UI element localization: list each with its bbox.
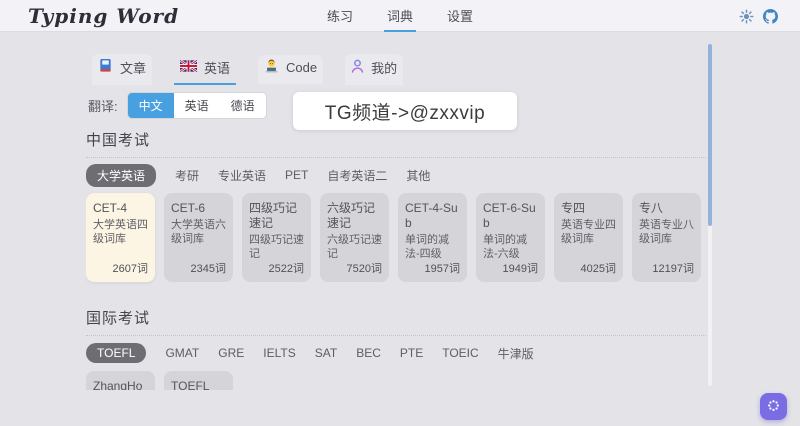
china-exam-cards: CET-4 大学英语四级词库 2607词 CET-6 大学英语六级词库 2345… — [86, 193, 706, 282]
dict-card-tem4[interactable]: 专四 英语专业四级词库 4025词 — [554, 193, 623, 282]
tab-label: Code — [286, 59, 318, 75]
dict-card-cet6-quick[interactable]: 六级巧记速记 六级巧记速记 7520词 — [320, 193, 389, 282]
card-desc: 英语专业四级词库 — [561, 219, 616, 246]
card-desc: 六级巧记速记 — [327, 234, 382, 261]
scrollbar-thumb[interactable] — [708, 44, 712, 226]
theme-toggle-icon[interactable] — [739, 9, 754, 24]
card-name: 专四 — [561, 201, 586, 215]
card-word-count: 7520词 — [346, 263, 382, 275]
uk-flag-icon — [179, 58, 198, 75]
chip-college-english[interactable]: 大学英语 — [86, 163, 157, 187]
floating-action-button[interactable] — [760, 393, 787, 420]
card-name: CET-6 — [171, 201, 206, 215]
card-desc: 大学英语六级词库 — [171, 219, 226, 246]
chip-kaoyan[interactable]: 考研 — [175, 167, 199, 184]
person-icon — [351, 59, 364, 76]
card-word-count: 12197词 — [652, 263, 694, 275]
dict-card-cet6-sub[interactable]: CET-6-Sub 单词的减法-六级 1949词 — [476, 193, 545, 282]
app-window: Typing Word 练习 词典 设置 文章 英语 Code 我的 翻译: 中… — [0, 0, 800, 426]
chip-toeic[interactable]: TOEIC — [442, 346, 478, 360]
nav-settings[interactable]: 设置 — [444, 0, 476, 32]
tab-label: 文章 — [120, 60, 147, 76]
china-exam-chips: 大学英语 考研 专业英语 PET 自考英语二 其他 — [86, 163, 706, 187]
header: Typing Word 练习 词典 设置 — [0, 0, 800, 32]
main-nav: 练习 词典 设置 — [0, 0, 800, 32]
chip-gmat[interactable]: GMAT — [165, 346, 199, 360]
international-exam-chips: TOEFL GMAT GRE IELTS SAT BEC PTE TOEIC 牛… — [86, 343, 706, 363]
dict-card-cet4-sub[interactable]: CET-4-Sub 单词的减法-四级 1957词 — [398, 193, 467, 282]
watermark-badge: TG频道->@zxxvip — [293, 92, 517, 130]
chip-ielts[interactable]: IELTS — [263, 346, 295, 360]
chip-bec[interactable]: BEC — [356, 346, 381, 360]
dict-card-cet4-quick[interactable]: 四级巧记速记 四级巧记速记 2522词 — [242, 193, 311, 282]
section-title: 国际考试 — [86, 310, 151, 327]
tab-label: 英语 — [204, 60, 231, 76]
card-desc: 大学英语四级词库 — [93, 219, 148, 246]
tab-english[interactable]: 英语 — [174, 54, 237, 85]
dict-card-tem8[interactable]: 专八 英语专业八级词库 12197词 — [632, 193, 701, 282]
chip-toefl[interactable]: TOEFL — [86, 343, 147, 363]
card-word-count: 2522词 — [268, 263, 304, 275]
chip-oxford[interactable]: 牛津版 — [498, 345, 534, 362]
card-name: 专八 — [639, 201, 664, 215]
chip-self-study[interactable]: 自考英语二 — [327, 167, 387, 184]
chip-sat[interactable]: SAT — [315, 346, 337, 360]
translate-option-german[interactable]: 德语 — [219, 92, 266, 118]
translate-label: 翻译: — [88, 98, 118, 114]
card-name: CET-6-Sub — [483, 201, 536, 230]
divider — [86, 157, 706, 158]
header-icons — [739, 0, 778, 32]
translate-option-english[interactable]: 英语 — [173, 92, 220, 118]
section-title: 中国考试 — [86, 132, 151, 149]
dict-card-toefl-common[interactable]: TOEFL 托福考试常见词 — [164, 371, 233, 390]
card-desc: 单词的减法-四级 — [405, 234, 449, 261]
dict-tabs: 文章 英语 Code 我的 — [92, 53, 706, 85]
card-word-count: 1949词 — [502, 263, 538, 275]
dict-card-zhanghongya-toefl[interactable]: ZhangHongYa 的TOEFL词... — [86, 371, 155, 390]
card-desc: 英语专业八级词库 — [639, 219, 694, 246]
section-international-exams: 国际考试 TOEFL GMAT GRE IELTS SAT BEC PTE TO… — [86, 307, 706, 390]
tab-label: 我的 — [371, 60, 398, 76]
chip-pet[interactable]: PET — [285, 168, 308, 182]
dot-ring-icon — [766, 398, 781, 416]
chip-other[interactable]: 其他 — [406, 167, 430, 184]
card-desc: 单词的减法-六级 — [483, 234, 527, 261]
dict-card-cet4[interactable]: CET-4 大学英语四级词库 2607词 — [86, 193, 155, 282]
card-name: ZhangHongYa — [93, 379, 143, 390]
chip-pte[interactable]: PTE — [400, 346, 423, 360]
card-word-count: 4025词 — [580, 263, 616, 275]
card-name: CET-4 — [93, 201, 128, 215]
card-word-count: 2607词 — [112, 263, 148, 275]
github-icon[interactable] — [763, 8, 778, 24]
book-icon — [98, 58, 113, 76]
card-word-count: 2345词 — [190, 263, 226, 275]
divider — [86, 335, 706, 336]
section-china-exams: 中国考试 大学英语 考研 专业英语 PET 自考英语二 其他 CET-4 大学英… — [86, 129, 706, 282]
tab-articles[interactable]: 文章 — [92, 53, 153, 85]
nav-practice[interactable]: 练习 — [324, 0, 356, 32]
card-name: TOEFL — [171, 379, 210, 390]
translate-option-chinese[interactable]: 中文 — [127, 92, 174, 118]
translate-segmented-control: 中文 英语 德语 — [127, 92, 266, 118]
card-name: 四级巧记速记 — [249, 201, 298, 230]
tab-code[interactable]: Code — [258, 54, 324, 84]
card-name: 六级巧记速记 — [327, 201, 376, 230]
card-name: CET-4-Sub — [405, 201, 458, 230]
chip-major-english[interactable]: 专业英语 — [218, 167, 266, 184]
chip-gre[interactable]: GRE — [218, 346, 244, 360]
dict-card-cet6[interactable]: CET-6 大学英语六级词库 2345词 — [164, 193, 233, 282]
international-exam-cards: ZhangHongYa 的TOEFL词... TOEFL 托福考试常见词 — [86, 371, 706, 390]
nav-dictionary[interactable]: 词典 — [383, 0, 416, 32]
technologist-icon — [264, 59, 279, 76]
card-word-count: 1957词 — [424, 263, 460, 275]
tab-mine[interactable]: 我的 — [345, 53, 404, 85]
card-desc: 四级巧记速记 — [249, 234, 304, 261]
